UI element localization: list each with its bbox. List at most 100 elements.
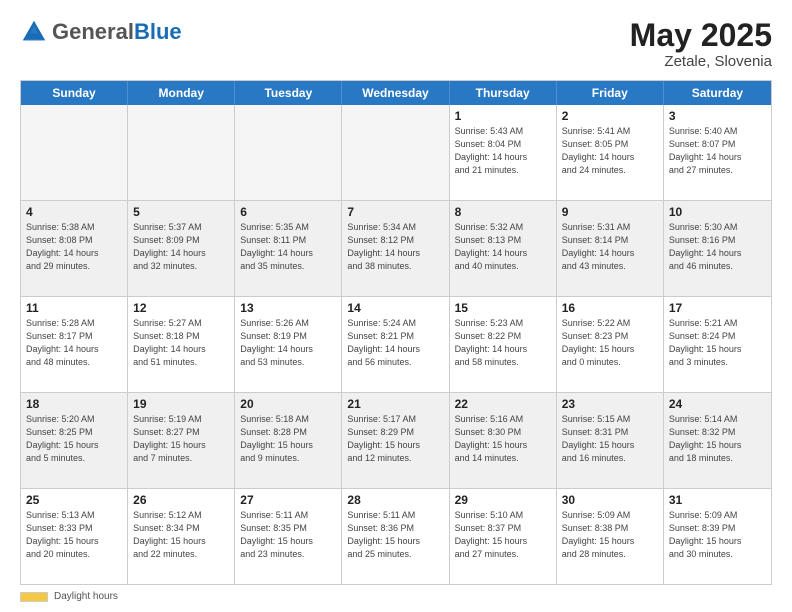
- day-number: 8: [455, 205, 551, 219]
- day-number: 24: [669, 397, 766, 411]
- day-number: 7: [347, 205, 443, 219]
- weekday-header-saturday: Saturday: [664, 81, 771, 105]
- logo: GeneralBlue: [20, 18, 182, 46]
- title-block: May 2025 Zetale, Slovenia: [630, 18, 772, 70]
- day-info: Sunrise: 5:23 AM Sunset: 8:22 PM Dayligh…: [455, 317, 551, 369]
- day-cell-8: 8Sunrise: 5:32 AM Sunset: 8:13 PM Daylig…: [450, 201, 557, 296]
- day-number: 5: [133, 205, 229, 219]
- day-cell-17: 17 Sunrise: 5:21 AM Sunset: 8:24 PM Dayli…: [664, 297, 771, 392]
- weekday-header-wednesday: Wednesday: [342, 81, 449, 105]
- footer: Daylight hours: [20, 591, 772, 602]
- day-info: Sunrise: 5:22 AM Sunset: 8:23 PM Dayligh…: [562, 317, 658, 369]
- day-number: 28: [347, 493, 443, 507]
- day-info: Sunrise: 5:18 AM Sunset: 8:28 PM Dayligh…: [240, 413, 336, 465]
- calendar-body: 1Sunrise: 5:43 AM Sunset: 8:04 PM Daylig…: [21, 105, 771, 584]
- day-cell-16: 16Sunrise: 5:22 AM Sunset: 8:23 PM Dayli…: [557, 297, 664, 392]
- calendar-row-5: 25 Sunrise: 5:13 AM Sunset: 8:33 PM Dayli…: [21, 488, 771, 584]
- day-cell-3: 3Sunrise: 5:40 AM Sunset: 8:07 PM Daylig…: [664, 105, 771, 200]
- calendar-header: SundayMondayTuesdayWednesdayThursdayFrid…: [21, 81, 771, 105]
- day-number: 12: [133, 301, 229, 315]
- logo-general: General: [52, 19, 134, 44]
- calendar-row-3: 11Sunrise: 5:28 AM Sunset: 8:17 PM Dayli…: [21, 296, 771, 392]
- day-info: Sunrise: 5:09 AM Sunset: 8:38 PM Dayligh…: [562, 509, 658, 561]
- day-info: Sunrise: 5:16 AM Sunset: 8:30 PM Dayligh…: [455, 413, 551, 465]
- day-number: 17: [669, 301, 766, 315]
- day-number: 13: [240, 301, 336, 315]
- day-number: 30: [562, 493, 658, 507]
- day-cell-22: 22 Sunrise: 5:16 AM Sunset: 8:30 PM Dayli…: [450, 393, 557, 488]
- day-cell-21: 21 Sunrise: 5:17 AM Sunset: 8:29 PM Dayli…: [342, 393, 449, 488]
- day-cell-31: 31Sunrise: 5:09 AM Sunset: 8:39 PM Dayli…: [664, 489, 771, 584]
- day-cell-11: 11Sunrise: 5:28 AM Sunset: 8:17 PM Dayli…: [21, 297, 128, 392]
- day-cell-18: 18 Sunrise: 5:20 AM Sunset: 8:25 PM Dayli…: [21, 393, 128, 488]
- day-info: Sunrise: 5:34 AM Sunset: 8:12 PM Dayligh…: [347, 221, 443, 273]
- month-year: May 2025: [630, 18, 772, 53]
- day-info: Sunrise: 5:09 AM Sunset: 8:39 PM Dayligh…: [669, 509, 766, 561]
- weekday-header-sunday: Sunday: [21, 81, 128, 105]
- day-number: 4: [26, 205, 122, 219]
- day-cell-2: 2 Sunrise: 5:41 AM Sunset: 8:05 PM Daylig…: [557, 105, 664, 200]
- day-cell-15: 15 Sunrise: 5:23 AM Sunset: 8:22 PM Dayli…: [450, 297, 557, 392]
- day-cell-23: 23 Sunrise: 5:15 AM Sunset: 8:31 PM Dayli…: [557, 393, 664, 488]
- day-info: Sunrise: 5:17 AM Sunset: 8:29 PM Dayligh…: [347, 413, 443, 465]
- day-cell-5: 5 Sunrise: 5:37 AM Sunset: 8:09 PM Daylig…: [128, 201, 235, 296]
- empty-cell: [128, 105, 235, 200]
- day-info: Sunrise: 5:41 AM Sunset: 8:05 PM Dayligh…: [562, 125, 658, 177]
- day-info: Sunrise: 5:27 AM Sunset: 8:18 PM Dayligh…: [133, 317, 229, 369]
- day-number: 25: [26, 493, 122, 507]
- day-number: 15: [455, 301, 551, 315]
- calendar: SundayMondayTuesdayWednesdayThursdayFrid…: [20, 80, 772, 585]
- day-number: 18: [26, 397, 122, 411]
- day-info: Sunrise: 5:30 AM Sunset: 8:16 PM Dayligh…: [669, 221, 766, 273]
- weekday-header-friday: Friday: [557, 81, 664, 105]
- day-number: 21: [347, 397, 443, 411]
- calendar-row-2: 4 Sunrise: 5:38 AM Sunset: 8:08 PM Daylig…: [21, 200, 771, 296]
- day-info: Sunrise: 5:11 AM Sunset: 8:35 PM Dayligh…: [240, 509, 336, 561]
- day-cell-24: 24 Sunrise: 5:14 AM Sunset: 8:32 PM Dayli…: [664, 393, 771, 488]
- day-info: Sunrise: 5:13 AM Sunset: 8:33 PM Dayligh…: [26, 509, 122, 561]
- day-number: 9: [562, 205, 658, 219]
- day-info: Sunrise: 5:43 AM Sunset: 8:04 PM Dayligh…: [455, 125, 551, 177]
- day-number: 2: [562, 109, 658, 123]
- day-cell-26: 26 Sunrise: 5:12 AM Sunset: 8:34 PM Dayli…: [128, 489, 235, 584]
- day-number: 22: [455, 397, 551, 411]
- day-info: Sunrise: 5:24 AM Sunset: 8:21 PM Dayligh…: [347, 317, 443, 369]
- day-info: Sunrise: 5:35 AM Sunset: 8:11 PM Dayligh…: [240, 221, 336, 273]
- day-info: Sunrise: 5:37 AM Sunset: 8:09 PM Dayligh…: [133, 221, 229, 273]
- day-info: Sunrise: 5:14 AM Sunset: 8:32 PM Dayligh…: [669, 413, 766, 465]
- day-info: Sunrise: 5:26 AM Sunset: 8:19 PM Dayligh…: [240, 317, 336, 369]
- calendar-row-1: 1Sunrise: 5:43 AM Sunset: 8:04 PM Daylig…: [21, 105, 771, 200]
- day-number: 6: [240, 205, 336, 219]
- day-number: 27: [240, 493, 336, 507]
- logo-blue: Blue: [134, 19, 182, 44]
- day-cell-7: 7 Sunrise: 5:34 AM Sunset: 8:12 PM Daylig…: [342, 201, 449, 296]
- location: Zetale, Slovenia: [630, 53, 772, 70]
- day-info: Sunrise: 5:28 AM Sunset: 8:17 PM Dayligh…: [26, 317, 122, 369]
- day-info: Sunrise: 5:40 AM Sunset: 8:07 PM Dayligh…: [669, 125, 766, 177]
- day-info: Sunrise: 5:11 AM Sunset: 8:36 PM Dayligh…: [347, 509, 443, 561]
- weekday-header-thursday: Thursday: [450, 81, 557, 105]
- day-number: 14: [347, 301, 443, 315]
- day-info: Sunrise: 5:38 AM Sunset: 8:08 PM Dayligh…: [26, 221, 122, 273]
- day-cell-19: 19Sunrise: 5:19 AM Sunset: 8:27 PM Dayli…: [128, 393, 235, 488]
- day-info: Sunrise: 5:21 AM Sunset: 8:24 PM Dayligh…: [669, 317, 766, 369]
- header: GeneralBlue May 2025 Zetale, Slovenia: [20, 18, 772, 70]
- day-number: 19: [133, 397, 229, 411]
- day-cell-29: 29Sunrise: 5:10 AM Sunset: 8:37 PM Dayli…: [450, 489, 557, 584]
- day-cell-12: 12 Sunrise: 5:27 AM Sunset: 8:18 PM Dayli…: [128, 297, 235, 392]
- page: GeneralBlue May 2025 Zetale, Slovenia Su…: [0, 0, 792, 612]
- day-info: Sunrise: 5:12 AM Sunset: 8:34 PM Dayligh…: [133, 509, 229, 561]
- empty-cell: [235, 105, 342, 200]
- day-info: Sunrise: 5:31 AM Sunset: 8:14 PM Dayligh…: [562, 221, 658, 273]
- day-number: 26: [133, 493, 229, 507]
- day-info: Sunrise: 5:20 AM Sunset: 8:25 PM Dayligh…: [26, 413, 122, 465]
- day-cell-13: 13 Sunrise: 5:26 AM Sunset: 8:19 PM Dayli…: [235, 297, 342, 392]
- day-cell-28: 28 Sunrise: 5:11 AM Sunset: 8:36 PM Dayli…: [342, 489, 449, 584]
- weekday-header-monday: Monday: [128, 81, 235, 105]
- day-cell-4: 4 Sunrise: 5:38 AM Sunset: 8:08 PM Daylig…: [21, 201, 128, 296]
- day-info: Sunrise: 5:15 AM Sunset: 8:31 PM Dayligh…: [562, 413, 658, 465]
- day-number: 23: [562, 397, 658, 411]
- day-cell-10: 10Sunrise: 5:30 AM Sunset: 8:16 PM Dayli…: [664, 201, 771, 296]
- day-number: 29: [455, 493, 551, 507]
- daylight-bar-icon: [20, 592, 48, 602]
